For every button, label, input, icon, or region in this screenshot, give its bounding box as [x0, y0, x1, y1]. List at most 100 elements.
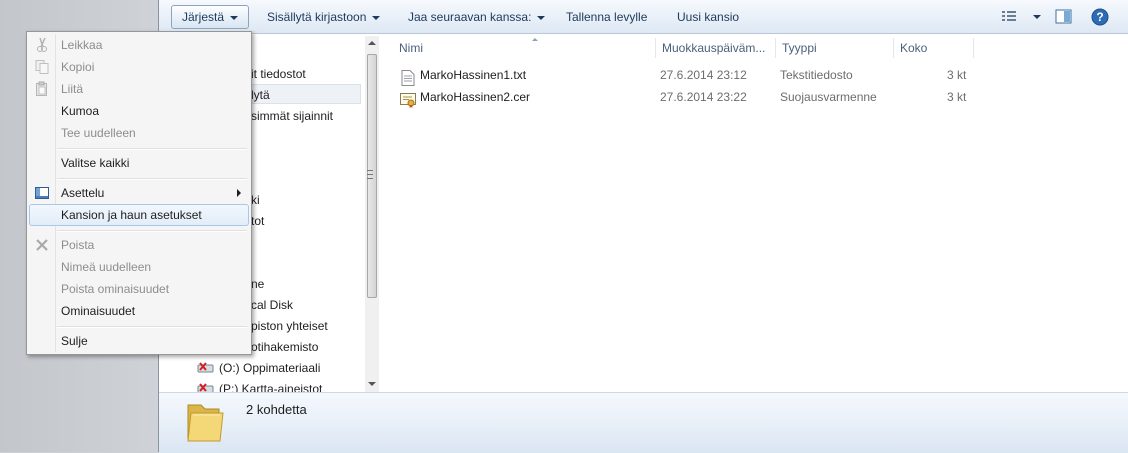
nav-scrollbar[interactable] [365, 36, 379, 392]
menu-item-label: Poista ominaisuudet [61, 282, 170, 296]
menu-item-label: Nimeä uudelleen [61, 260, 152, 274]
menu-item-paste[interactable]: Liitä [29, 78, 249, 100]
file-modified: 27.6.2014 23:12 [660, 68, 747, 82]
organize-button[interactable]: Järjestä [171, 5, 250, 29]
chevron-down-icon [1033, 15, 1041, 19]
item-count: 2 kohdetta [246, 402, 307, 417]
file-size: 3 kt [947, 68, 967, 82]
svg-text:?: ? [1096, 10, 1103, 24]
menu-item-delete[interactable]: Poista [29, 234, 249, 256]
menu-item-cut[interactable]: Leikkaa [29, 34, 249, 56]
menu-item-label: Poista [61, 238, 95, 252]
help-button[interactable]: ? [1091, 8, 1109, 29]
menu-item-select-all[interactable]: Valitse kaikki [29, 152, 249, 174]
scroll-grip-icon [367, 170, 373, 179]
menu-separator [57, 230, 247, 232]
menu-item-rename[interactable]: Nimeä uudelleen [29, 256, 249, 278]
menu-item-label: Ominaisuudet [61, 304, 136, 318]
details-pane: 2 kohdetta [159, 392, 1128, 453]
share-with-button[interactable]: Jaa seuraavan kanssa: [398, 5, 555, 29]
menu-item-close[interactable]: Sulje [29, 330, 249, 352]
copy-icon [35, 60, 49, 74]
menu-item-label: Sulje [61, 334, 88, 348]
scissors-icon [37, 37, 47, 52]
nav-drive-label: (P:) Kartta-aineistot [219, 382, 323, 392]
nav-item[interactable]: piston yhteiset [251, 316, 328, 336]
burn-label: Tallenna levylle [566, 10, 648, 24]
menu-item-label: Kansion ja haun asetukset [61, 208, 202, 222]
menu-item-folder-options[interactable]: Kansion ja haun asetukset [29, 204, 249, 226]
menu-item-label: Valitse kaikki [61, 156, 130, 170]
nav-item[interactable]: otihakemisto [251, 337, 318, 357]
nav-item[interactable]: ne [251, 274, 264, 294]
menu-separator [57, 178, 247, 180]
new-folder-label: Uusi kansio [677, 10, 740, 24]
preview-pane-icon [1055, 9, 1072, 24]
explorer-window: Järjestä Sisällytä kirjastoon Jaa seuraa… [158, 0, 1128, 453]
column-header-modified[interactable]: Muokkauspäiväm... [656, 38, 776, 58]
chevron-down-icon [230, 15, 239, 20]
nav-item[interactable]: it tiedostot [251, 64, 306, 84]
preview-pane-button[interactable] [1055, 9, 1073, 28]
chevron-down-icon [372, 15, 381, 20]
file-modified: 27.6.2014 23:22 [660, 90, 747, 104]
include-library-label: Sisällytä kirjastoon [267, 10, 367, 24]
submenu-arrow-icon [237, 189, 241, 197]
column-header-label: Tyyppi [782, 41, 817, 55]
nav-item[interactable]: ki [251, 190, 260, 210]
burn-button[interactable]: Tallenna levylle [556, 5, 657, 29]
organize-menu: Leikkaa Kopioi Liitä Kumoa Tee uudelleen… [26, 31, 252, 355]
file-row[interactable]: MarkoHassinen2.cer 27.6.2014 23:22 Suoja… [381, 86, 1128, 108]
network-drive-disconnected-icon [197, 383, 214, 392]
file-type: Suojausvarmenne [780, 90, 877, 104]
scroll-up-icon[interactable] [368, 41, 376, 45]
paste-icon [36, 81, 47, 96]
column-header-label: Nimi [399, 41, 423, 55]
folder-icon [187, 404, 224, 442]
new-folder-button[interactable]: Uusi kansio [667, 5, 749, 29]
nav-item[interactable]: lytä [251, 85, 270, 105]
include-library-button[interactable]: Sisällytä kirjastoon [257, 5, 390, 29]
menu-item-label: Tee uudelleen [61, 126, 136, 140]
delete-icon [36, 239, 48, 251]
menu-item-label: Liitä [61, 82, 84, 96]
menu-item-remove-properties[interactable]: Poista ominaisuudet [29, 278, 249, 300]
share-with-label: Jaa seuraavan kanssa: [408, 10, 532, 24]
menu-item-label: Kopioi [61, 60, 95, 74]
file-type: Tekstitiedosto [780, 68, 853, 82]
file-size: 3 kt [947, 90, 967, 104]
menu-item-copy[interactable]: Kopioi [29, 56, 249, 78]
column-header-label: Koko [900, 41, 928, 55]
file-row[interactable]: MarkoHassinen1.txt 27.6.2014 23:12 Tekst… [381, 64, 1128, 86]
file-list: Nimi Muokkauspäiväm... Tyyppi Koko Marko… [381, 34, 1128, 392]
nav-item[interactable]: tot [251, 211, 264, 231]
scroll-down-icon[interactable] [368, 382, 376, 386]
organize-label: Järjestä [182, 10, 225, 24]
help-icon: ? [1091, 8, 1109, 26]
sort-up-icon [532, 38, 538, 41]
column-header-type[interactable]: Tyyppi [776, 38, 894, 58]
menu-separator [57, 326, 247, 328]
column-header-size[interactable]: Koko [894, 38, 974, 58]
column-header-label: Muokkauspäiväm... [662, 41, 766, 55]
layout-icon [35, 187, 49, 199]
file-name: MarkoHassinen1.txt [420, 68, 527, 82]
menu-item-layout[interactable]: Asettelu [29, 182, 249, 204]
menu-separator [57, 148, 247, 150]
menu-item-label: Asettelu [61, 186, 105, 200]
menu-item-undo[interactable]: Kumoa [29, 100, 249, 122]
menu-item-label: Leikkaa [61, 38, 103, 52]
menu-item-redo[interactable]: Tee uudelleen [29, 122, 249, 144]
view-options-button[interactable] [1001, 10, 1041, 27]
menu-item-properties[interactable]: Ominaisuudet [29, 300, 249, 322]
command-bar: Järjestä Sisällytä kirjastoon Jaa seuraa… [159, 0, 1128, 34]
network-drive-disconnected-icon [197, 362, 214, 373]
menu-item-label: Kumoa [61, 104, 100, 118]
nav-item[interactable]: cal Disk [251, 295, 293, 315]
nav-drive-label: (O:) Oppimateriaali [219, 361, 321, 375]
nav-item[interactable]: simmät sijainnit [251, 106, 333, 126]
chevron-down-icon [537, 15, 546, 20]
details-view-icon [1002, 11, 1016, 21]
column-header-name[interactable]: Nimi [393, 38, 656, 58]
certificate-file-icon [400, 93, 416, 108]
